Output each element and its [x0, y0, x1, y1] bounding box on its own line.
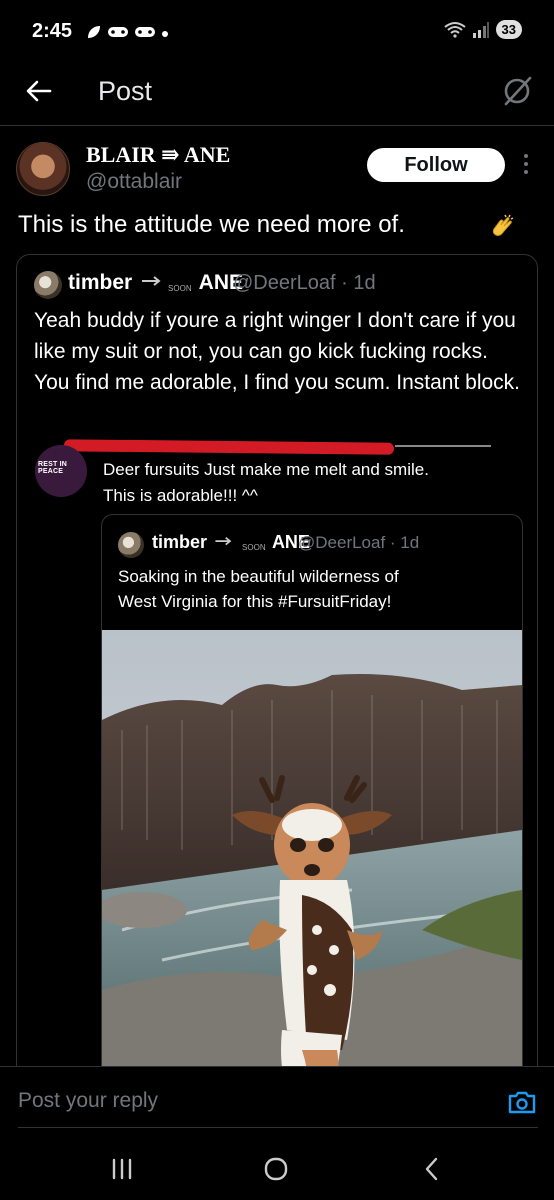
quoted-text: Yeah buddy if youre a right winger I don… [34, 309, 521, 394]
dot-icon [162, 31, 168, 37]
recent-apps-icon[interactable] [109, 1158, 135, 1180]
game-controller-icon [135, 27, 155, 37]
post-text: This is the attitude we need more of. [18, 211, 405, 238]
quoted-author-name: timber SOON ANE [68, 271, 243, 295]
arrow-icon [138, 271, 166, 286]
quoted-post[interactable]: timber SOON ANE @DeerLoaf · 1d Yeah budd… [16, 254, 538, 1094]
arrow-icon [212, 532, 240, 546]
status-time: 2:45 [32, 20, 73, 42]
embedded-screenshot: REST IN PEACE Deer fursuits Just make me… [17, 435, 537, 1093]
system-back-icon[interactable] [421, 1156, 443, 1182]
author-avatar-wrap[interactable] [16, 142, 70, 196]
signal-icon [472, 21, 489, 38]
battery-indicator: 33 [495, 20, 522, 39]
soon-label: SOON [168, 284, 192, 293]
soon-label: SOON [242, 543, 266, 552]
back-arrow-icon[interactable] [24, 76, 54, 106]
redaction-remnant [395, 445, 491, 450]
leaf-icon [88, 26, 100, 38]
reply-avatar-text: REST IN PEACE [38, 461, 68, 475]
home-icon[interactable] [263, 1156, 289, 1182]
inner-quoted-post: timber SOON ANE @DeerLoaf · 1d Soaking i… [101, 514, 523, 1093]
inner-handle-meta: @DeerLoaf · 1d [298, 533, 420, 552]
status-right: 33 [443, 20, 522, 39]
reply-text-line2: This is adorable!!! ^^ [103, 486, 258, 505]
inner-text-line1: Soaking in the beautiful wilderness of [118, 567, 399, 586]
inner-text-line2: West Virginia for this #FursuitFriday! [118, 592, 392, 611]
clapping-hands-icon [492, 214, 514, 236]
inner-author-name: timber SOON ANE [152, 532, 310, 553]
grok-icon[interactable] [500, 74, 534, 108]
wifi-icon [443, 21, 466, 38]
notification-icons [86, 22, 169, 42]
system-nav-bar [0, 1134, 554, 1200]
inner-avatar [118, 532, 144, 558]
author-handle[interactable]: @ottablair [86, 170, 182, 194]
quoted-name-part1: timber [68, 271, 133, 294]
inner-text: Soaking in the beautiful wilderness of W… [118, 564, 513, 614]
reply-avatar: REST IN PEACE [35, 445, 87, 497]
quoted-handle-meta: @DeerLoaf · 1d [233, 272, 376, 294]
follow-button[interactable]: Follow [367, 148, 505, 182]
page-title: Post [98, 76, 153, 106]
reply-divider [18, 1127, 538, 1128]
fursuit-photo [102, 630, 522, 1093]
author-name[interactable]: BLAIR ⇛ ANE [86, 142, 230, 168]
game-controller-icon [108, 27, 128, 37]
avatar[interactable] [16, 142, 70, 196]
status-bar: 2:45 33 [0, 0, 554, 62]
more-options-icon[interactable] [519, 150, 533, 178]
reply-bar: Post your reply [0, 1066, 554, 1130]
reply-text-line1: Deer fursuits Just make me melt and smil… [103, 460, 429, 479]
top-nav: Post [0, 62, 554, 126]
redaction-mark [63, 439, 395, 455]
inner-name-part1: timber [152, 532, 208, 552]
quoted-avatar [34, 271, 62, 299]
reply-text: Deer fursuits Just make me melt and smil… [103, 457, 523, 509]
camera-icon[interactable] [507, 1089, 537, 1115]
reply-input[interactable]: Post your reply [18, 1089, 158, 1113]
